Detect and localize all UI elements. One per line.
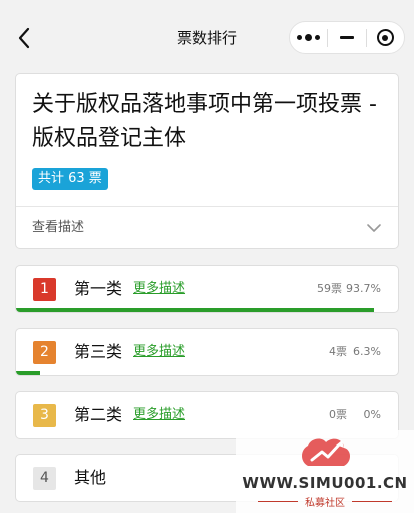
option-stats: 59票 93.7%: [317, 266, 381, 312]
chevron-left-icon: [18, 27, 30, 49]
total-votes-badge: 共计 63 票: [32, 168, 108, 190]
option-name: 第一类: [74, 279, 123, 298]
progress-bar: [16, 371, 40, 375]
watermark-rule: [352, 501, 392, 502]
watermark-logo: [302, 438, 350, 466]
more-description-link[interactable]: 更多描述: [133, 329, 185, 375]
vote-count: 59票: [317, 282, 343, 295]
vote-percent: 93.7%: [346, 282, 381, 295]
top-navbar: 票数排行: [0, 0, 414, 72]
watermark-text: WWW.SIMU001.CN: [242, 474, 408, 492]
rank-badge: 4: [33, 467, 56, 490]
minimize-icon: [339, 36, 354, 39]
option-name: 第二类: [74, 405, 123, 424]
option-card[interactable]: 2 第三类 更多描述 4票 6.3%: [15, 328, 399, 376]
more-description-link[interactable]: 更多描述: [133, 392, 185, 438]
back-button[interactable]: [12, 24, 36, 52]
option-stats: 4票 6.3%: [329, 329, 381, 375]
vote-count: 4票: [329, 345, 347, 358]
target-close-icon: [376, 29, 394, 46]
more-button[interactable]: [290, 22, 327, 53]
watermark: WWW.SIMU001.CN 私募社区: [236, 430, 414, 513]
rank-badge: 3: [33, 404, 56, 427]
vote-count: 0票: [329, 408, 347, 421]
rank-badge: 2: [33, 341, 56, 364]
vote-header-card: 关于版权品落地事项中第一项投票 - 版权品登记主体 共计 63 票 查看描述: [15, 73, 399, 249]
view-description-label: 查看描述: [32, 220, 85, 235]
progress-bar: [16, 308, 374, 312]
option-name: 其他: [74, 468, 107, 487]
more-dots-icon: [297, 34, 321, 41]
rank-badge: 1: [33, 278, 56, 301]
more-description-link[interactable]: 更多描述: [133, 266, 185, 312]
option-card[interactable]: 1 第一类 更多描述 59票 93.7%: [15, 265, 399, 313]
chevron-down-icon: [367, 224, 381, 232]
vote-title: 关于版权品落地事项中第一项投票 - 版权品登记主体: [32, 92, 377, 151]
option-name: 第三类: [74, 342, 123, 361]
miniprogram-capsule: [289, 21, 405, 54]
close-button[interactable]: [367, 22, 404, 53]
vote-percent: 6.3%: [353, 345, 381, 358]
minimize-button[interactable]: [328, 22, 365, 53]
view-description-row[interactable]: 查看描述: [16, 207, 398, 249]
